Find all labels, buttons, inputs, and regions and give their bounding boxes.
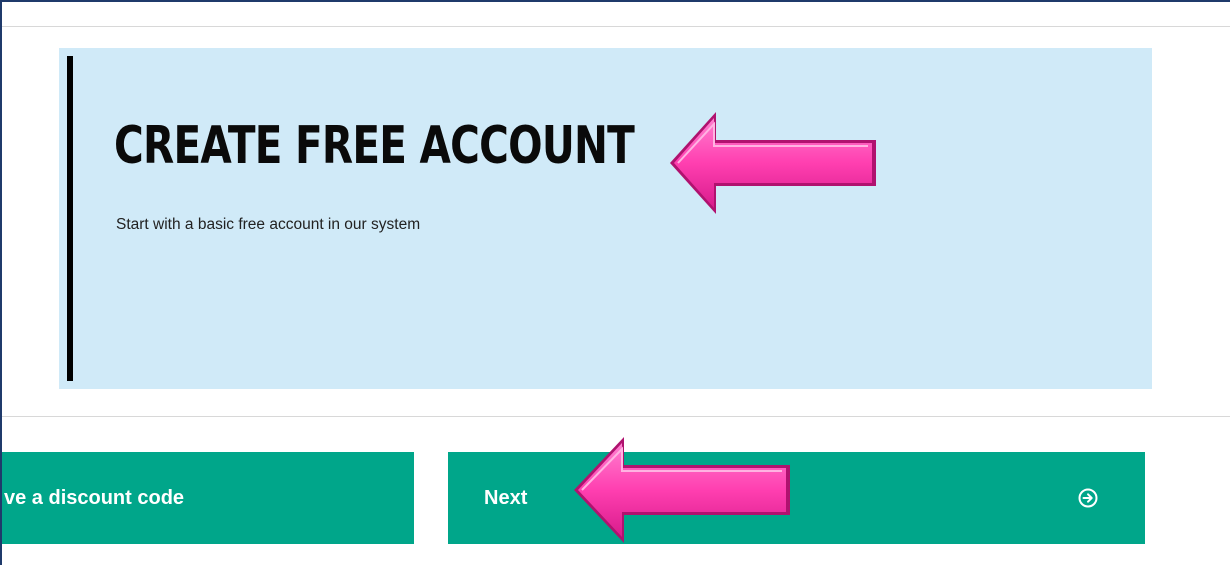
plan-accent-bar — [67, 56, 73, 381]
plan-title: CREATE FREE ACCOUNT — [114, 116, 635, 176]
annotation-arrow-icon — [574, 437, 790, 543]
section-divider — [2, 416, 1230, 417]
discount-code-label: ve a discount code — [4, 486, 185, 509]
free-account-plan-card[interactable]: CREATE FREE ACCOUNT Start with a basic f… — [59, 48, 1152, 389]
plan-description: Start with a basic free account in our s… — [116, 216, 421, 233]
annotation-arrow-icon — [670, 112, 876, 214]
next-button[interactable]: Next — [448, 452, 1145, 544]
arrow-circle-right-icon — [1078, 488, 1098, 508]
next-button-label: Next — [484, 486, 528, 509]
discount-code-button[interactable]: ve a discount code — [2, 452, 414, 544]
top-divider — [2, 26, 1230, 27]
